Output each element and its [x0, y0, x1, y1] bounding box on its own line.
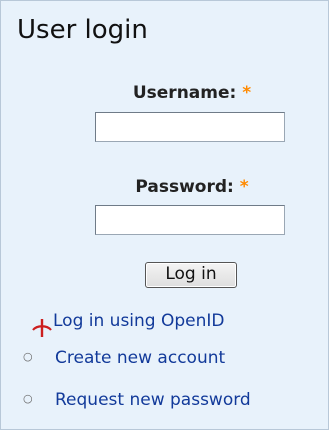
list-item: Log in using OpenID: [1, 309, 328, 337]
block-title: User login: [17, 15, 148, 45]
user-login-block: User login Username: * Password: * Log i…: [0, 0, 329, 430]
request-password-link[interactable]: Request new password: [55, 390, 251, 410]
password-input[interactable]: [95, 205, 285, 235]
create-account-link[interactable]: Create new account: [55, 348, 225, 368]
login-button[interactable]: Log in: [145, 262, 237, 288]
required-marker: *: [242, 83, 252, 103]
list-item: ○ Request new password: [1, 388, 328, 416]
username-label: Username: *: [1, 83, 329, 103]
openid-login-link[interactable]: Log in using OpenID: [53, 311, 225, 331]
openid-icon: [32, 319, 52, 337]
circle-bullet-icon: ○: [23, 350, 33, 363]
password-label-text: Password:: [135, 177, 234, 197]
required-marker: *: [239, 177, 249, 197]
circle-bullet-icon: ○: [23, 392, 33, 405]
username-label-text: Username:: [132, 83, 237, 103]
password-label: Password: *: [1, 177, 329, 197]
list-item: ○ Create new account: [1, 346, 328, 374]
username-input[interactable]: [95, 112, 285, 142]
